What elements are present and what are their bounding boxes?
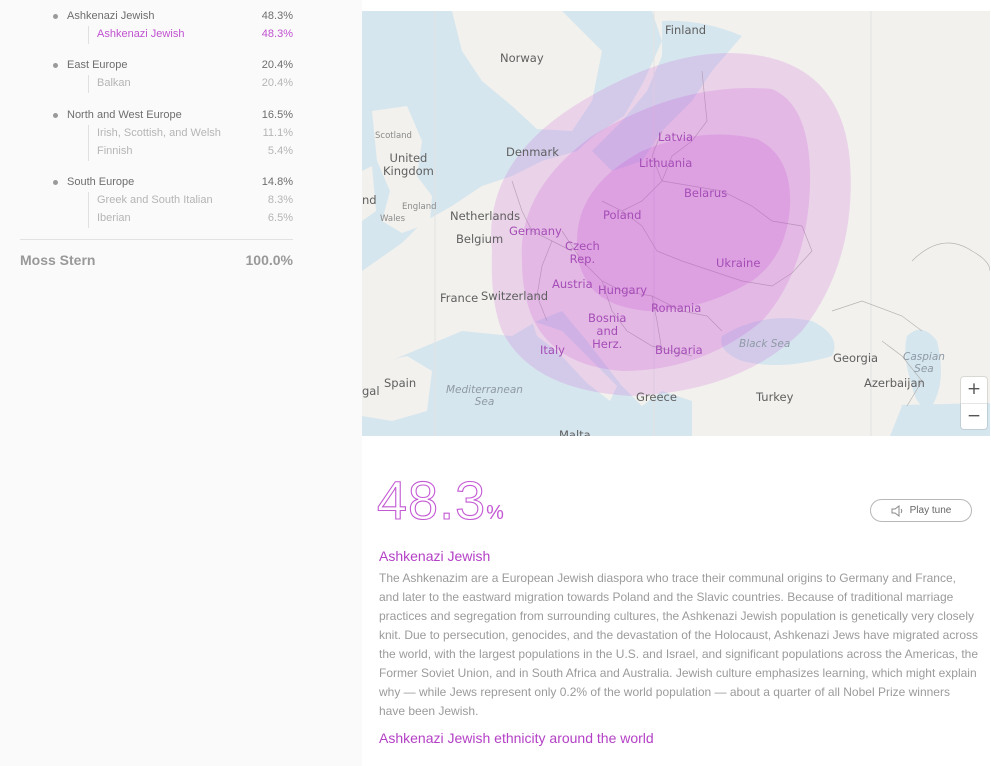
map-label-poland: Poland: [603, 208, 642, 222]
map-base: [362, 11, 990, 436]
map-label-azerbaijan: Azerbaijan: [864, 376, 925, 390]
subregion-row[interactable]: Greek and South Italian 8.3%: [89, 192, 293, 210]
clipped-header: [362, 0, 991, 11]
subregion-row[interactable]: Irish, Scottish, and Welsh 11.1%: [89, 125, 293, 143]
subregion-percent: 8.3%: [267, 194, 293, 206]
map-label-caspian-sea: Caspian Sea: [903, 351, 945, 376]
percentage-unit: %: [486, 502, 504, 524]
map-label-malta: Malta: [559, 428, 591, 436]
big-percentage: 48.3%: [376, 470, 504, 532]
region-name: South Europe: [67, 176, 135, 188]
region-row[interactable]: East Europe 20.4%: [20, 56, 293, 75]
map-label-mediterranean-sea: Mediterranean Sea: [446, 384, 523, 409]
subregion-list: Ashkenazi Jewish 48.3%: [88, 26, 293, 44]
map-label-bulgaria: Bulgaria: [655, 343, 703, 357]
population-title: Ashkenazi Jewish: [379, 548, 491, 564]
subregion-row[interactable]: Balkan 20.4%: [89, 75, 293, 93]
bullet-icon: [53, 180, 58, 185]
subregion-name: Finnish: [97, 145, 133, 157]
map-label-france: France: [440, 291, 479, 305]
subregion-name: Ashkenazi Jewish: [97, 28, 185, 40]
map-label-lithuania: Lithuania: [639, 156, 693, 170]
map-label-netherlands: Netherlands: [450, 209, 521, 223]
play-tune-label: Play tune: [909, 505, 952, 516]
region-percent: 48.3%: [261, 10, 293, 22]
ethnicity-world-link[interactable]: Ashkenazi Jewish ethnicity around the wo…: [379, 730, 654, 746]
map-label-norway: Norway: [500, 51, 544, 65]
region-row[interactable]: North and West Europe 16.5%: [20, 106, 293, 125]
subregion-row-active[interactable]: Ashkenazi Jewish 48.3%: [89, 26, 293, 44]
map-label-ukraine: Ukraine: [716, 256, 761, 270]
region-south-europe: South Europe 14.8% Greek and South Itali…: [20, 173, 293, 228]
region-name: East Europe: [67, 59, 128, 71]
region-east-europe: East Europe 20.4% Balkan 20.4%: [20, 56, 293, 93]
total-divider: [20, 239, 293, 240]
map-label-latvia: Latvia: [658, 130, 694, 144]
map-label-austria: Austria: [552, 277, 593, 291]
map-label-germany: Germany: [509, 224, 562, 238]
subregion-name: Irish, Scottish, and Welsh: [97, 127, 221, 139]
map-label-finland: Finland: [665, 23, 707, 37]
map-label-black-sea: Black Sea: [739, 338, 791, 350]
subregion-row[interactable]: Finnish 5.4%: [89, 143, 293, 161]
region-north-west-europe: North and West Europe 16.5% Irish, Scott…: [20, 106, 293, 161]
map-label-italy: Italy: [540, 343, 565, 357]
person-name: Moss Stern: [20, 252, 96, 268]
map-label-romania: Romania: [651, 301, 702, 315]
total-percent: 100.0%: [245, 252, 293, 268]
bullet-icon: [53, 63, 58, 68]
map-label-ireland: nd: [362, 193, 377, 207]
subregion-list: Greek and South Italian 8.3% Iberian 6.5…: [88, 192, 293, 228]
ethnicity-map[interactable]: Finland Norway Scotland United Kingdom n…: [362, 11, 990, 436]
subregion-percent: 48.3%: [261, 28, 293, 40]
map-label-spain: Spain: [384, 376, 417, 390]
subregion-list: Balkan 20.4%: [88, 75, 293, 93]
bullet-icon: [53, 113, 58, 118]
map-label-switzerland: Switzerland: [481, 289, 549, 303]
map-label-united-kingdom: United Kingdom: [383, 151, 434, 179]
region-percent: 20.4%: [261, 59, 293, 71]
map-label-portugal: gal: [362, 384, 380, 398]
subregion-percent: 5.4%: [267, 145, 293, 157]
region-ashkenazi: Ashkenazi Jewish 48.3% Ashkenazi Jewish …: [20, 7, 293, 44]
region-percent: 14.8%: [261, 176, 293, 188]
region-row[interactable]: Ashkenazi Jewish 48.3%: [20, 7, 293, 26]
subregion-percent: 20.4%: [261, 77, 293, 89]
region-name: North and West Europe: [67, 109, 182, 121]
region-percent: 16.5%: [261, 109, 293, 121]
bullet-icon: [53, 14, 58, 19]
subregion-percent: 6.5%: [267, 212, 293, 224]
zoom-out-button[interactable]: −: [961, 403, 987, 429]
map-label-turkey: Turkey: [756, 390, 794, 404]
map-label-scotland: Scotland: [375, 131, 412, 141]
zoom-in-button[interactable]: +: [961, 377, 987, 403]
subregion-name: Balkan: [97, 77, 131, 89]
map-label-belarus: Belarus: [684, 186, 728, 200]
map-label-belgium: Belgium: [456, 232, 504, 246]
map-label-czech-rep: Czech Rep.: [565, 239, 600, 267]
map-label-georgia: Georgia: [833, 351, 879, 365]
map-label-wales: Wales: [380, 214, 406, 224]
map-label-bosnia: Bosnia and Herz.: [588, 311, 627, 352]
subregion-list: Irish, Scottish, and Welsh 11.1% Finnish…: [88, 125, 293, 161]
map-zoom-controls: + −: [961, 377, 987, 429]
subregion-name: Greek and South Italian: [97, 194, 213, 206]
play-tune-button[interactable]: Play tune: [870, 499, 972, 522]
total-row: Moss Stern 100.0%: [20, 252, 293, 270]
speaker-icon: [891, 504, 902, 517]
map-label-hungary: Hungary: [598, 283, 648, 297]
ancestry-sidebar: Ashkenazi Jewish 48.3% Ashkenazi Jewish …: [0, 0, 362, 766]
map-label-greece: Greece: [636, 390, 677, 404]
subregion-name: Iberian: [97, 212, 131, 224]
region-name: Ashkenazi Jewish: [67, 10, 155, 22]
percentage-number: 48.3: [376, 470, 487, 531]
region-row[interactable]: South Europe 14.8%: [20, 173, 293, 192]
map-label-england: England: [402, 202, 437, 212]
map-label-denmark: Denmark: [506, 145, 559, 159]
subregion-percent: 11.1%: [262, 127, 293, 139]
population-description: The Ashkenazim are a European Jewish dia…: [379, 571, 979, 718]
subregion-row[interactable]: Iberian 6.5%: [89, 210, 293, 228]
